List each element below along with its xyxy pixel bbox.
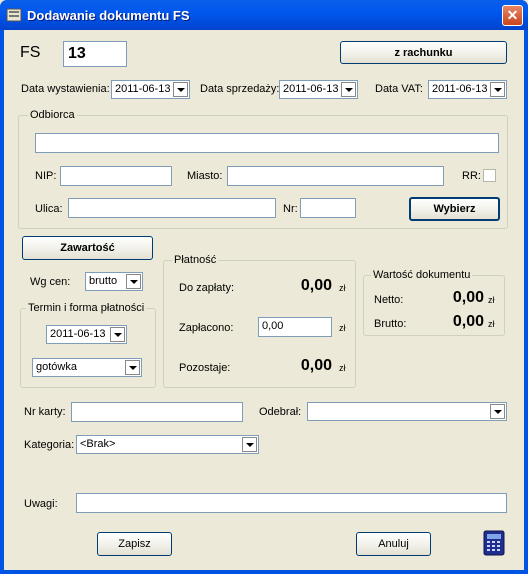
- chevron-down-icon[interactable]: [110, 327, 125, 342]
- street-label: Ulica:: [35, 203, 63, 215]
- card-number-field[interactable]: [71, 402, 243, 422]
- vat-date-value: 2011-06-13: [432, 83, 488, 95]
- vat-date-label: Data VAT:: [375, 83, 423, 95]
- remaining-currency: zł: [339, 363, 346, 373]
- net-currency: zł: [488, 295, 495, 305]
- to-pay-value: 0,00: [300, 277, 332, 294]
- price-type-label: Wg cen:: [30, 276, 71, 288]
- dialog-window: Dodawanie dokumentu FS ✕ FS 13 z rachunk…: [0, 0, 528, 574]
- category-label: Kategoria:: [24, 439, 75, 451]
- rr-checkbox[interactable]: [483, 169, 496, 182]
- close-button[interactable]: ✕: [502, 5, 523, 26]
- card-number-label: Nr karty:: [24, 406, 66, 418]
- recipient-legend: Odbiorca: [28, 109, 77, 121]
- gross-label: Brutto:: [374, 318, 407, 330]
- dialog-body: FS 13 z rachunku Data wystawienia: 2011-…: [4, 30, 524, 570]
- chevron-down-icon[interactable]: [242, 437, 257, 452]
- from-bill-button[interactable]: z rachunku: [340, 41, 507, 64]
- paid-amount-field[interactable]: 0,00: [258, 317, 332, 337]
- notes-label: Uwagi:: [24, 498, 58, 510]
- sale-date-label: Data sprzedaży:: [200, 83, 280, 95]
- received-by-label: Odebrał:: [259, 406, 302, 418]
- issue-date-label: Data wystawienia:: [21, 83, 110, 95]
- nr-field[interactable]: [300, 198, 356, 218]
- chevron-down-icon[interactable]: [126, 274, 141, 289]
- term-date-picker[interactable]: 2011-06-13: [46, 325, 127, 344]
- payment-method-value: gotówka: [36, 361, 77, 373]
- to-pay-label: Do zapłaty:: [179, 282, 235, 294]
- to-pay-currency: zł: [339, 283, 346, 293]
- doc-number-field[interactable]: 13: [63, 41, 127, 67]
- payment-method-select[interactable]: gotówka: [32, 358, 142, 377]
- net-value: 0,00: [452, 289, 484, 306]
- issue-date-picker[interactable]: 2011-06-13: [111, 80, 190, 99]
- doc-type-label: FS: [20, 44, 41, 61]
- price-type-select[interactable]: brutto: [85, 272, 143, 291]
- gross-value: 0,00: [452, 313, 484, 330]
- net-label: Netto:: [374, 294, 404, 306]
- save-button[interactable]: Zapisz: [97, 532, 172, 556]
- chevron-down-icon[interactable]: [173, 82, 188, 97]
- content-button[interactable]: Zawartość: [22, 236, 153, 260]
- app-window-icon: [6, 7, 22, 23]
- chevron-down-icon[interactable]: [125, 360, 140, 375]
- rr-label: RR:: [462, 170, 481, 182]
- price-type-value: brutto: [89, 275, 118, 287]
- chevron-down-icon[interactable]: [490, 404, 505, 419]
- category-value: <Brak>: [80, 438, 116, 450]
- window-title: Dodawanie dokumentu FS: [27, 8, 190, 23]
- city-field[interactable]: [227, 166, 444, 186]
- paid-label: Zapłacono:: [179, 322, 234, 334]
- payment-legend: Płatność: [172, 254, 219, 266]
- issue-date-value: 2011-06-13: [115, 83, 171, 95]
- city-label: Miasto:: [187, 170, 223, 182]
- chevron-down-icon[interactable]: [341, 82, 356, 97]
- nip-label: NIP:: [35, 170, 57, 182]
- remaining-label: Pozostaje:: [179, 362, 231, 374]
- term-date-value: 2011-06-13: [50, 328, 106, 340]
- remaining-value: 0,00: [300, 357, 332, 374]
- paid-currency: zł: [339, 323, 346, 333]
- sale-date-picker[interactable]: 2011-06-13: [279, 80, 358, 99]
- street-field[interactable]: [68, 198, 276, 218]
- vat-date-picker[interactable]: 2011-06-13: [428, 80, 507, 99]
- calculator-icon[interactable]: [482, 530, 506, 556]
- nip-field[interactable]: [60, 166, 172, 186]
- chevron-down-icon[interactable]: [490, 82, 505, 97]
- category-select[interactable]: <Brak>: [76, 435, 259, 454]
- nr-label: Nr:: [283, 203, 298, 215]
- gross-currency: zł: [488, 319, 495, 329]
- sale-date-value: 2011-06-13: [283, 83, 339, 95]
- received-by-select[interactable]: [307, 402, 507, 421]
- notes-field[interactable]: [76, 493, 507, 513]
- choose-recipient-button[interactable]: Wybierz: [409, 197, 500, 221]
- payment-terms-legend: Termin i forma płatności: [26, 302, 147, 314]
- doc-value-legend: Wartość dokumentu: [371, 269, 473, 281]
- recipient-name-field[interactable]: [35, 133, 499, 153]
- cancel-button[interactable]: Anuluj: [356, 532, 431, 556]
- title-bar[interactable]: Dodawanie dokumentu FS ✕: [0, 0, 528, 30]
